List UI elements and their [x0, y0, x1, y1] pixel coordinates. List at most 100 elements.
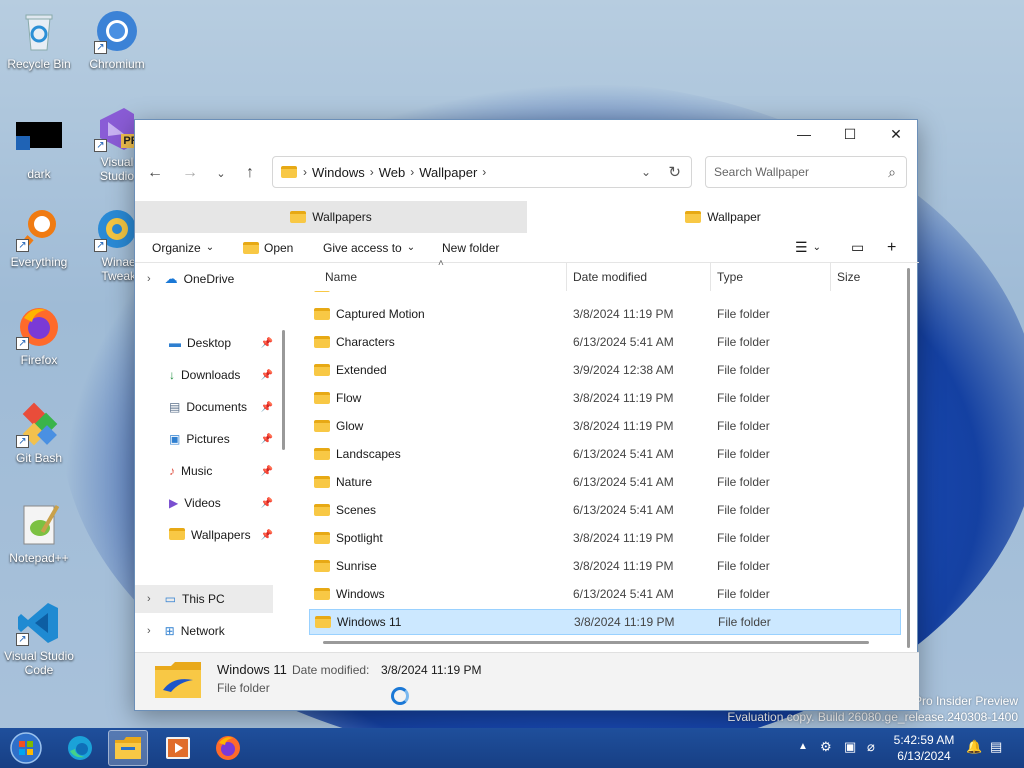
- add-icon[interactable]: +: [887, 239, 896, 257]
- network-disconnected-icon[interactable]: ⌀: [867, 739, 875, 755]
- vertical-scrollbar[interactable]: [907, 268, 910, 648]
- maximize-button[interactable]: ☐: [827, 120, 873, 148]
- forward-arrow-icon[interactable]: →: [178, 161, 202, 185]
- desktop-icon-chromium[interactable]: ↗ Chromium: [80, 8, 154, 71]
- file-row[interactable]: Landscapes 6/13/2024 5:41 AM File folder: [309, 441, 901, 467]
- breadcrumb-windows[interactable]: Windows: [312, 165, 365, 180]
- give-access-button[interactable]: Give access to ⌄: [323, 241, 415, 255]
- show-hidden-icons-icon[interactable]: ▲: [798, 741, 808, 752]
- nav-item-downloads[interactable]: ↓ Downloads 📌: [135, 361, 273, 389]
- tab-wallpaper[interactable]: Wallpaper: [527, 201, 919, 233]
- taskbar-file-explorer[interactable]: [108, 730, 148, 766]
- action-center-icon[interactable]: ⚙: [820, 739, 832, 755]
- taskbar-edge[interactable]: [60, 730, 100, 766]
- file-explorer-window[interactable]: — ☐ ✕ ← → ⌄ ↑ › Windows › Web › Wallpape…: [134, 119, 919, 711]
- nav-item-pictures[interactable]: ▣ Pictures 📌: [135, 425, 273, 453]
- shortcut-arrow-icon: ↗: [94, 239, 107, 252]
- file-date-cell: 3/8/2024 11:19 PM: [573, 531, 674, 545]
- organize-button[interactable]: Organize ⌄: [152, 241, 214, 255]
- expand-chevron-icon[interactable]: ›: [147, 273, 151, 285]
- desktop-icon-notepadpp[interactable]: Notepad++: [2, 502, 76, 565]
- tab-label: Wallpaper: [707, 210, 761, 224]
- navigation-bar: ← → ⌄ ↑ › Windows › Web › Wallpaper › ⌄ …: [135, 156, 919, 190]
- clock[interactable]: 5:42:59 AM 6/13/2024: [888, 732, 960, 764]
- tab-wallpapers[interactable]: Wallpapers: [135, 201, 527, 233]
- address-dropdown-chevron-icon[interactable]: ⌄: [641, 165, 651, 179]
- nav-item-network[interactable]: › ⊞ Network: [135, 617, 273, 645]
- title-bar[interactable]: — ☐ ✕: [135, 120, 917, 148]
- quick-settings-icon[interactable]: ▤: [990, 739, 1002, 755]
- file-date-cell: 3/8/2024 11:19 PM: [573, 307, 674, 321]
- desktop-icon-everything[interactable]: ↗ Everything: [2, 206, 76, 269]
- nav-item-music[interactable]: ♪ Music 📌: [135, 457, 273, 485]
- nav-item-videos[interactable]: ▶ Videos 📌: [135, 489, 273, 517]
- file-row[interactable]: Windows 6/13/2024 5:41 AM File folder: [309, 581, 901, 607]
- desktop-icon-vscode[interactable]: ↗ Visual Studio Code: [2, 600, 76, 677]
- file-row[interactable]: Scenes 6/13/2024 5:41 AM File folder: [309, 497, 901, 523]
- taskbar-media-player[interactable]: [158, 730, 198, 766]
- column-date-modified[interactable]: Date modified: [573, 270, 647, 284]
- file-date-cell: 6/13/2024 5:41 AM: [573, 587, 674, 601]
- view-options-icon[interactable]: ☰ ⌄: [795, 239, 821, 256]
- desktop-icon-label: Git Bash: [15, 451, 63, 465]
- search-input[interactable]: Search Wallpaper: [714, 165, 809, 179]
- close-button[interactable]: ✕: [873, 120, 919, 148]
- file-row[interactable]: Extended 3/9/2024 12:38 AM File folder: [309, 357, 901, 383]
- column-size[interactable]: Size: [837, 270, 860, 284]
- search-box[interactable]: Search Wallpaper ⌕: [705, 156, 907, 188]
- nav-pane-scrollbar[interactable]: [282, 330, 285, 450]
- expand-chevron-icon[interactable]: ›: [147, 593, 151, 605]
- refresh-icon[interactable]: ↻: [668, 163, 681, 181]
- nav-item-wallpapers[interactable]: Wallpapers 📌: [135, 521, 273, 549]
- file-row[interactable]: Sunrise 3/8/2024 11:19 PM File folder: [309, 553, 901, 579]
- column-divider[interactable]: [830, 263, 831, 291]
- file-type-cell: File folder: [717, 363, 770, 377]
- column-divider[interactable]: [710, 263, 711, 291]
- recent-locations-chevron-icon[interactable]: ⌄: [209, 161, 233, 185]
- column-name[interactable]: Name: [325, 270, 357, 284]
- file-name: Windows: [336, 587, 385, 601]
- nav-item-this-pc[interactable]: › ▭ This PC: [135, 585, 273, 613]
- display-icon[interactable]: ▣: [844, 739, 856, 755]
- nav-item-desktop[interactable]: ▬ Desktop 📌: [135, 329, 273, 357]
- pin-icon: 📌: [260, 497, 273, 509]
- file-row[interactable]: Captured Motion 3/8/2024 11:19 PM File fol…: [309, 301, 901, 327]
- file-row[interactable]: Spotlight 3/8/2024 11:19 PM File folder: [309, 525, 901, 551]
- nav-item-onedrive[interactable]: › ☁ OneDrive: [135, 265, 273, 293]
- expand-chevron-icon[interactable]: ›: [147, 625, 151, 637]
- back-arrow-icon[interactable]: ←: [143, 161, 167, 185]
- new-folder-button[interactable]: New folder: [442, 241, 499, 255]
- desktop-icon-label: Visual Studio Code: [4, 649, 74, 677]
- pin-icon: 📌: [260, 337, 273, 349]
- folder-icon: [290, 211, 307, 223]
- breadcrumb-web[interactable]: Web: [379, 165, 406, 180]
- file-row[interactable]: Windows 11 3/8/2024 11:19 PM File folder: [309, 609, 901, 635]
- desktop-icon-git-bash[interactable]: ↗ Git Bash: [2, 402, 76, 465]
- details-pane: Windows 11 Date modified: 3/8/2024 11:19…: [135, 652, 919, 710]
- open-button[interactable]: Open: [243, 241, 293, 255]
- desktop-icon-dark[interactable]: dark: [2, 118, 76, 181]
- preview-pane-icon[interactable]: ▭: [851, 239, 864, 256]
- folder-icon: [314, 476, 330, 488]
- column-divider[interactable]: [566, 263, 567, 291]
- column-type[interactable]: Type: [717, 270, 743, 284]
- up-arrow-icon[interactable]: ↑: [238, 161, 262, 185]
- file-row[interactable]: Glow 3/8/2024 11:19 PM File folder: [309, 413, 901, 439]
- nav-item-documents[interactable]: ▤ Documents 📌: [135, 393, 273, 421]
- pin-icon: 📌: [260, 465, 273, 477]
- address-bar[interactable]: › Windows › Web › Wallpaper › ⌄ ↻: [272, 156, 692, 188]
- desktop-icon-recycle-bin[interactable]: Recycle Bin: [2, 8, 76, 71]
- minimize-button[interactable]: —: [781, 120, 827, 148]
- pin-icon: 📌: [260, 401, 273, 413]
- taskbar-firefox[interactable]: [208, 730, 248, 766]
- file-name-cell: Spotlight: [314, 531, 383, 545]
- horizontal-scrollbar[interactable]: [323, 641, 869, 644]
- file-date-cell: 3/8/2024 11:19 PM: [573, 419, 674, 433]
- file-row[interactable]: Nature 6/13/2024 5:41 AM File folder: [309, 469, 901, 495]
- breadcrumb-wallpaper[interactable]: Wallpaper: [419, 165, 477, 180]
- notification-bell-icon[interactable]: 🔔: [966, 739, 982, 755]
- file-row[interactable]: Flow 3/8/2024 11:19 PM File folder: [309, 385, 901, 411]
- desktop-icon-firefox[interactable]: ↗ Firefox: [2, 304, 76, 367]
- file-row[interactable]: Characters 6/13/2024 5:41 AM File folder: [309, 329, 901, 355]
- start-button[interactable]: [6, 730, 46, 766]
